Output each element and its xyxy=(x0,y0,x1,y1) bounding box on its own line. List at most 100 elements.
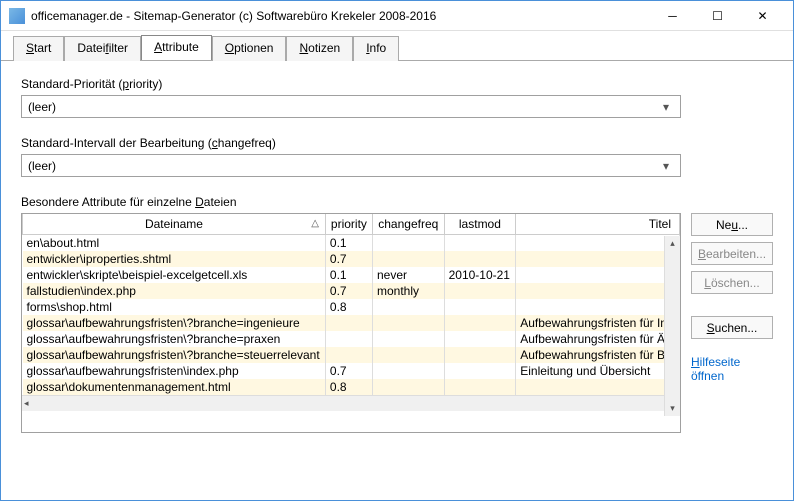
table-row[interactable]: entwickler\skripte\beispiel-excelgetcell… xyxy=(23,267,680,283)
file-grid[interactable]: Dateiname△prioritychangefreqlastmodTitel… xyxy=(21,213,681,433)
col-titel[interactable]: Titel xyxy=(516,214,680,235)
cell-priority: 0.7 xyxy=(325,251,372,267)
search-button[interactable]: Suchen... xyxy=(691,316,773,339)
cell-lastmod xyxy=(444,315,516,331)
cell-changefreq: monthly xyxy=(372,283,444,299)
table-row[interactable]: glossar\aufbewahrungsfristen\?branche=pr… xyxy=(23,331,680,347)
cell-title xyxy=(516,379,680,395)
tab-optionen[interactable]: Optionen xyxy=(212,36,287,61)
close-button[interactable]: ✕ xyxy=(740,2,785,30)
cell-lastmod xyxy=(444,299,516,315)
tab-start[interactable]: Start xyxy=(13,36,64,61)
cell-priority: 0.1 xyxy=(325,235,372,252)
cell-lastmod: 2010-10-21 xyxy=(444,267,516,283)
cell-file: glossar\aufbewahrungsfristen\?branche=st… xyxy=(23,347,326,363)
cell-lastmod xyxy=(444,363,516,379)
sort-asc-icon: △ xyxy=(311,218,319,229)
cell-priority xyxy=(325,315,372,331)
cell-file: forms\shop.html xyxy=(23,299,326,315)
table-row[interactable]: glossar\dokumentenmanagement.html0.8 xyxy=(23,379,680,395)
help-link[interactable]: Hilfeseite öffnen xyxy=(691,355,773,383)
cell-title: Einleitung und Übersicht xyxy=(516,363,680,379)
cell-title: Aufbewahrungsfristen für Ingen xyxy=(516,315,680,331)
new-button[interactable]: Neu... xyxy=(691,213,773,236)
scrollbar-vertical[interactable]: ▴ ▾ xyxy=(664,236,680,416)
cell-title xyxy=(516,283,680,299)
panel-attribute: Standard-Priorität (priority) (leer) ▾ S… xyxy=(1,60,793,503)
cell-title xyxy=(516,235,680,252)
table-row[interactable]: entwickler\iproperties.shtml0.7 xyxy=(23,251,680,267)
cell-title xyxy=(516,299,680,315)
cell-file: entwickler\skripte\beispiel-excelgetcell… xyxy=(23,267,326,283)
cell-changefreq xyxy=(372,251,444,267)
changefreq-value: (leer) xyxy=(28,159,56,173)
col-changefreq[interactable]: changefreq xyxy=(372,214,444,235)
table-row[interactable]: en\about.html0.1 xyxy=(23,235,680,252)
cell-title xyxy=(516,267,680,283)
priority-combo[interactable]: (leer) ▾ xyxy=(21,95,681,118)
cell-file: entwickler\iproperties.shtml xyxy=(23,251,326,267)
cell-changefreq xyxy=(372,299,444,315)
table-row[interactable]: glossar\aufbewahrungsfristen\?branche=in… xyxy=(23,315,680,331)
cell-changefreq: never xyxy=(372,267,444,283)
cell-title: Aufbewahrungsfristen für Buchh xyxy=(516,347,680,363)
grid-caption: Besondere Attribute für einzelne Dateien xyxy=(21,195,773,209)
cell-priority: 0.1 xyxy=(325,267,372,283)
cell-file: glossar\aufbewahrungsfristen\?branche=in… xyxy=(23,315,326,331)
scroll-left-icon: ◂ xyxy=(24,398,29,409)
app-icon xyxy=(9,8,25,24)
cell-file: glossar\dokumentenmanagement.html xyxy=(23,379,326,395)
cell-title: Aufbewahrungsfristen für Ärzte xyxy=(516,331,680,347)
tab-attribute[interactable]: Attribute xyxy=(141,35,212,60)
side-buttons: Neu... Bearbeiten... Löschen... Suchen..… xyxy=(691,213,773,433)
minimize-button[interactable]: ─ xyxy=(650,2,695,30)
cell-changefreq xyxy=(372,331,444,347)
table-row[interactable]: forms\shop.html0.8 xyxy=(23,299,680,315)
tab-bar: StartDateifilterAttributeOptionenNotizen… xyxy=(1,31,793,60)
cell-title xyxy=(516,251,680,267)
cell-lastmod xyxy=(444,347,516,363)
cell-changefreq xyxy=(372,347,444,363)
tab-notizen[interactable]: Notizen xyxy=(286,36,353,61)
chevron-down-icon: ▾ xyxy=(658,100,674,114)
cell-file: fallstudien\index.php xyxy=(23,283,326,299)
scroll-up-icon: ▴ xyxy=(670,238,675,249)
edit-button[interactable]: Bearbeiten... xyxy=(691,242,773,265)
scroll-down-icon: ▾ xyxy=(670,403,675,414)
titlebar: officemanager.de - Sitemap-Generator (c)… xyxy=(1,1,793,31)
maximize-button[interactable]: ☐ xyxy=(695,2,740,30)
cell-priority: 0.7 xyxy=(325,283,372,299)
scrollbar-horizontal[interactable]: ◂ ▸ xyxy=(22,395,680,411)
cell-changefreq xyxy=(372,315,444,331)
cell-file: glossar\aufbewahrungsfristen\?branche=pr… xyxy=(23,331,326,347)
cell-changefreq xyxy=(372,379,444,395)
cell-changefreq xyxy=(372,363,444,379)
tab-info[interactable]: Info xyxy=(353,36,399,61)
table-row[interactable]: fallstudien\index.php0.7monthly xyxy=(23,283,680,299)
cell-lastmod xyxy=(444,379,516,395)
col-dateiname[interactable]: Dateiname△ xyxy=(23,214,326,235)
cell-file: en\about.html xyxy=(23,235,326,252)
cell-priority: 0.7 xyxy=(325,363,372,379)
table-row[interactable]: glossar\aufbewahrungsfristen\?branche=st… xyxy=(23,347,680,363)
cell-priority: 0.8 xyxy=(325,379,372,395)
cell-lastmod xyxy=(444,283,516,299)
cell-lastmod xyxy=(444,251,516,267)
col-priority[interactable]: priority xyxy=(325,214,372,235)
cell-lastmod xyxy=(444,235,516,252)
tab-dateifilter[interactable]: Dateifilter xyxy=(64,36,141,61)
priority-value: (leer) xyxy=(28,100,56,114)
cell-changefreq xyxy=(372,235,444,252)
col-lastmod[interactable]: lastmod xyxy=(444,214,516,235)
cell-lastmod xyxy=(444,331,516,347)
delete-button[interactable]: Löschen... xyxy=(691,271,773,294)
table-row[interactable]: glossar\aufbewahrungsfristen\index.php0.… xyxy=(23,363,680,379)
chevron-down-icon: ▾ xyxy=(658,159,674,173)
cell-priority xyxy=(325,347,372,363)
changefreq-label: Standard-Intervall der Bearbeitung (chan… xyxy=(21,136,773,150)
window-title: officemanager.de - Sitemap-Generator (c)… xyxy=(31,9,650,23)
cell-file: glossar\aufbewahrungsfristen\index.php xyxy=(23,363,326,379)
cell-priority: 0.8 xyxy=(325,299,372,315)
cell-priority xyxy=(325,331,372,347)
changefreq-combo[interactable]: (leer) ▾ xyxy=(21,154,681,177)
